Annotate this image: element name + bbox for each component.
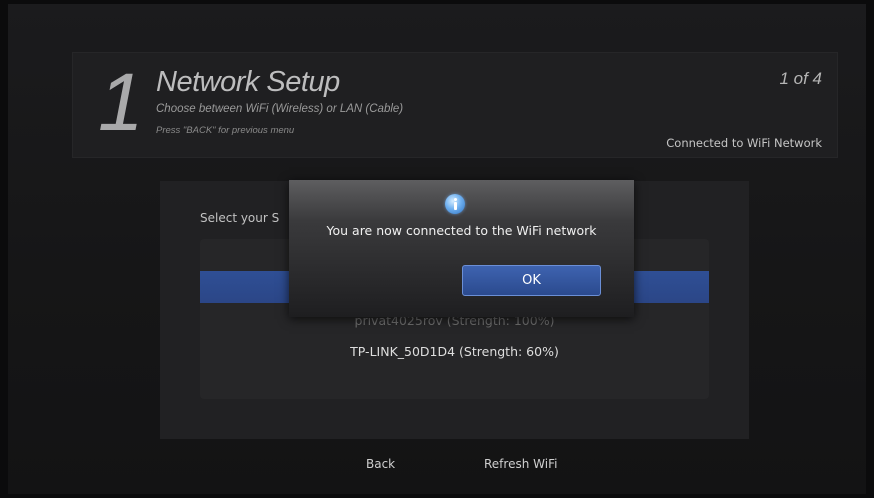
page-subtitle: Choose between WiFi (Wireless) or LAN (C…	[156, 103, 404, 115]
connection-status: Connected to WiFi Network	[666, 136, 822, 150]
step-pager: 1 of 4	[779, 69, 822, 88]
back-button[interactable]: Back	[366, 457, 395, 471]
info-icon	[445, 194, 465, 214]
select-network-label: Select your S	[200, 211, 280, 225]
network-item[interactable]: TP-LINK_50D1D4 (Strength: 60%)	[200, 344, 709, 359]
ok-button[interactable]: OK	[462, 265, 601, 296]
page-title: Network Setup	[156, 66, 340, 98]
back-hint: Press "BACK" for previous menu	[156, 125, 295, 136]
refresh-wifi-button[interactable]: Refresh WiFi	[484, 457, 557, 471]
step-number: 1	[98, 57, 144, 148]
dialog-message: You are now connected to the WiFi networ…	[326, 223, 597, 238]
